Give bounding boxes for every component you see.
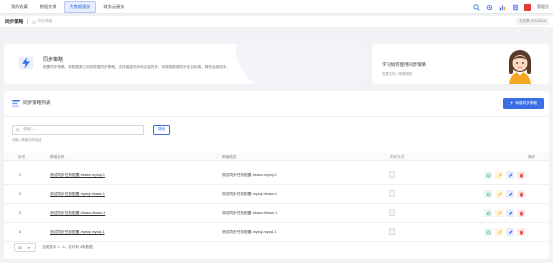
guide-title[interactable]: 学习如何使用同步策略 bbox=[382, 62, 426, 68]
row-name-link[interactable]: 测试同步任务配置-hbase-hbase-1 bbox=[50, 211, 105, 216]
sync-mode-checkbox[interactable] bbox=[389, 190, 395, 197]
page-title: 同步策略 bbox=[5, 18, 24, 24]
banner-title: 同步策略 bbox=[43, 57, 64, 63]
row-desc: 测试同步任务配置-hbase-hbase-1 bbox=[222, 211, 278, 215]
tab-favorites[interactable]: 我的收藏 bbox=[6, 2, 33, 12]
row-actions bbox=[484, 209, 525, 217]
delete-icon[interactable] bbox=[517, 171, 525, 179]
sync-mode-checkbox[interactable] bbox=[389, 171, 395, 178]
table-row: 2 测试同步任务配置-mysql-hbase-1 测试同步任务配置-mysql-… bbox=[4, 185, 549, 204]
col-actions: 操作 bbox=[528, 154, 536, 159]
avatar[interactable] bbox=[524, 3, 531, 11]
col-name[interactable]: 策略名称 bbox=[50, 155, 64, 160]
row-name-link[interactable]: 测试同步任务配置-mysql-hbase-1 bbox=[50, 192, 105, 197]
table-row: 3 测试同步任务配置-hbase-hbase-1 测试同步任务配置-hbase-… bbox=[4, 204, 549, 223]
pagination: 10 ▾ 当前显示 1 - 4，总共有 4条数据 bbox=[14, 243, 93, 252]
panel-header: 同步策略列表 + 新增同步策略 bbox=[4, 91, 549, 117]
tab-big-data[interactable]: 大数据服务 bbox=[63, 0, 97, 13]
girl-illustration-icon bbox=[509, 50, 531, 84]
run-icon[interactable] bbox=[495, 171, 503, 179]
user-name[interactable]: 管理员 bbox=[537, 4, 549, 10]
add-strategy-label: 新增同步策略 bbox=[515, 101, 538, 105]
divider bbox=[27, 19, 28, 24]
row-desc: 测试同步任务配置-hbase-mysql-1 bbox=[222, 173, 277, 177]
row-actions bbox=[484, 171, 525, 179]
search-row: 请输入... 搜索 bbox=[12, 124, 170, 135]
run-icon[interactable] bbox=[495, 228, 503, 236]
table-row: 4 测试同步任务配置-mysql-mysql-1 测试同步任务配置-mysql-… bbox=[4, 223, 549, 242]
delete-icon[interactable] bbox=[517, 228, 525, 236]
row-name-link[interactable]: 测试同步任务配置-hbase-mysql-1 bbox=[50, 173, 105, 178]
home-icon[interactable] bbox=[31, 19, 36, 24]
col-index: 序号 bbox=[18, 154, 26, 159]
banner-description: 配置同步策略，将数据源之间的数据同步策略，支持增量同步和全量同步，将源端数据同步… bbox=[43, 65, 230, 69]
sync-mode-checkbox[interactable] bbox=[389, 209, 395, 216]
search-placeholder: 请输入... bbox=[23, 127, 37, 131]
strategy-list-panel: 同步策略列表 + 新增同步策略 请输入... 搜索 请输入策略名称/描述 序号 … bbox=[4, 91, 549, 259]
add-strategy-button[interactable]: + 新增同步策略 bbox=[503, 98, 544, 109]
panel-title: 同步策略列表 bbox=[23, 100, 51, 105]
row-actions bbox=[484, 228, 525, 236]
header-tools: 管理员 bbox=[472, 2, 549, 12]
document-icon[interactable] bbox=[511, 3, 519, 11]
row-actions bbox=[484, 190, 525, 198]
table-row: 1 测试同步任务配置-hbase-mysql-1 测试同步任务配置-hbase-… bbox=[4, 166, 549, 185]
search-hint: 请输入策略名称/描述 bbox=[12, 138, 42, 142]
top-nav: 我的收藏 数据交换 大数据服务 政务云服务 管理员 bbox=[0, 0, 553, 14]
banner-decoration bbox=[236, 44, 366, 84]
tab-cloud-service[interactable]: 政务云服务 bbox=[98, 2, 129, 12]
run-icon[interactable] bbox=[495, 209, 503, 217]
guide-card[interactable]: 学习如何使用同步策略 查看文档 / 观看视频 bbox=[372, 44, 549, 84]
row-index: 4 bbox=[19, 230, 22, 234]
row-index: 2 bbox=[19, 192, 22, 196]
search-icon bbox=[16, 127, 20, 132]
view-icon[interactable] bbox=[484, 209, 492, 217]
view-icon[interactable] bbox=[484, 228, 492, 236]
pagination-summary: 当前显示 1 - 4，总共有 4条数据 bbox=[42, 245, 93, 249]
list-icon bbox=[12, 100, 20, 107]
sync-strategy-icon bbox=[18, 56, 34, 70]
delete-icon[interactable] bbox=[517, 190, 525, 198]
page-size-value: 10 bbox=[18, 245, 22, 250]
edit-icon[interactable] bbox=[506, 228, 514, 236]
table-header: 序号 策略名称 策略描述 同步方式 操作 bbox=[4, 153, 549, 161]
chevron-down-icon: ▾ bbox=[28, 245, 30, 250]
breadcrumb-bar: 同步策略 同步策略 今天是 2021/8/26 bbox=[0, 16, 553, 27]
col-sync-mode: 同步方式 bbox=[390, 154, 405, 159]
settings-icon[interactable] bbox=[485, 3, 493, 11]
search-input[interactable]: 请输入... bbox=[12, 124, 144, 135]
strategy-banner: 同步策略 配置同步策略，将数据源之间的数据同步策略，支持增量同步和全量同步，将源… bbox=[4, 44, 366, 84]
row-index: 1 bbox=[19, 173, 22, 177]
col-desc: 策略描述 bbox=[222, 154, 237, 159]
edit-icon[interactable] bbox=[506, 209, 514, 217]
sync-mode-checkbox[interactable] bbox=[389, 228, 395, 235]
row-desc: 测试同步任务配置-mysql-hbase-1 bbox=[222, 192, 277, 196]
page-size-select[interactable]: 10 ▾ bbox=[14, 243, 36, 252]
plus-icon: + bbox=[509, 100, 514, 107]
row-desc: 测试同步任务配置-mysql-mysql-1 bbox=[222, 230, 277, 234]
row-name-link[interactable]: 测试同步任务配置-mysql-mysql-1 bbox=[50, 230, 105, 235]
delete-icon[interactable] bbox=[517, 209, 525, 217]
chart-icon[interactable] bbox=[498, 3, 506, 11]
view-icon[interactable] bbox=[484, 171, 492, 179]
search-icon[interactable] bbox=[472, 3, 480, 11]
edit-icon[interactable] bbox=[506, 190, 514, 198]
breadcrumb: 同步策略 bbox=[37, 19, 53, 23]
row-index: 3 bbox=[19, 211, 22, 215]
tab-data-exchange[interactable]: 数据交换 bbox=[35, 2, 62, 12]
search-button[interactable]: 搜索 bbox=[153, 124, 170, 135]
run-icon[interactable] bbox=[495, 190, 503, 198]
date-badge: 今天是 2021/8/26 bbox=[515, 18, 549, 25]
guide-subtitle[interactable]: 查看文档 / 观看视频 bbox=[382, 71, 412, 76]
edit-icon[interactable] bbox=[506, 171, 514, 179]
view-icon[interactable] bbox=[484, 190, 492, 198]
